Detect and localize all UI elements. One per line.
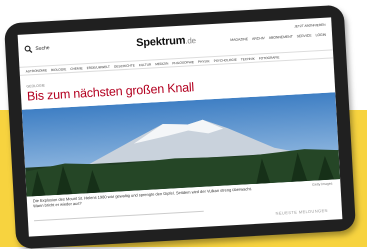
hero-image [21,92,341,197]
nav-item[interactable]: Erde/Umwelt [87,64,111,69]
nav-item[interactable]: Biologie [51,67,66,72]
top-link-magazine[interactable]: Magazine [230,37,248,42]
image-credit: Getty Images [312,181,333,187]
nav-item[interactable]: Geschichte [114,63,135,68]
nav-item[interactable]: Medizin [155,61,168,66]
top-links: Magazine Archiv Abonnement Service Login [230,33,326,42]
article-headline[interactable]: Bis zum nächsten großen Knall [27,80,195,103]
search-button[interactable]: Suche [24,44,50,53]
subscribe-link[interactable]: Jetzt Abonnieren [294,23,325,29]
nav-item[interactable]: Philosophie [172,60,194,65]
top-link-archive[interactable]: Archiv [252,36,265,41]
nav-item[interactable]: Psychologie [213,57,236,62]
nav-item[interactable]: Astronomie [26,68,48,73]
tablet-screen: Suche Spektrum.de Jetzt Abonnieren Magaz… [17,17,343,237]
nav-item[interactable]: Physik [198,59,210,64]
top-link-subscription[interactable]: Abonnement [269,35,293,40]
top-link-service[interactable]: Service [297,34,312,39]
top-link-login[interactable]: Login [315,33,326,38]
divider [33,210,204,222]
brand-logo[interactable]: Spektrum.de [135,34,197,50]
nav-item[interactable]: Fotografie [259,55,280,60]
brand-name: Spektrum [135,34,186,50]
search-icon [24,45,33,53]
nav-item[interactable]: Technik [241,56,255,61]
newest-heading[interactable]: Neueste Meldungen [275,208,328,216]
nav-item[interactable]: Kultur [139,62,152,67]
nav-item[interactable]: Chemie [70,66,83,71]
brand-suffix: .de [185,35,197,46]
tablet-device: Suche Spektrum.de Jetzt Abonnieren Magaz… [3,4,357,249]
search-label: Suche [35,45,50,52]
